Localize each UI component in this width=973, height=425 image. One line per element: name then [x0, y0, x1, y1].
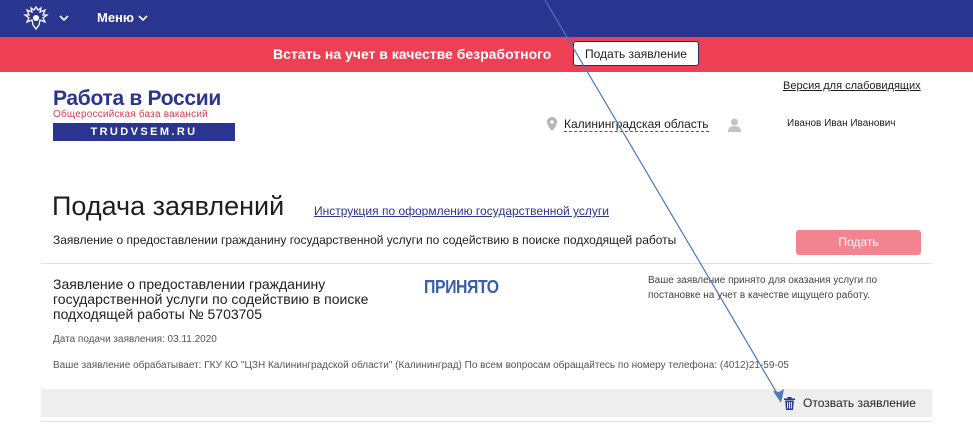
application-title: Заявление о предоставлении гражданину го… [53, 276, 369, 322]
logo-subtitle: Общероссийская база вакансий [53, 109, 208, 120]
status-note: Ваше заявление принято для оказания услу… [648, 275, 878, 301]
submit-button[interactable]: Подать [796, 230, 921, 255]
chevron-down-icon[interactable] [137, 12, 149, 24]
banner-submit-button[interactable]: Подать заявление [573, 41, 699, 66]
page-title: Подача заявлений [52, 191, 285, 221]
unemployment-banner: Встать на учет в качестве безработного [0, 37, 973, 72]
submission-date: Дата подачи заявления: 03.11.2020 [53, 334, 217, 345]
location-pin-icon [547, 117, 557, 131]
divider [41, 421, 932, 422]
application-action-bar [41, 389, 932, 417]
banner-text: Встать на учет в качестве безработного [273, 46, 552, 62]
instruction-link[interactable]: Инструкция по оформлению государственной… [314, 204, 609, 218]
status-badge: ПРИНЯТО [424, 277, 499, 297]
handler-info: Ваше заявление обрабатывает: ГКУ КО "ЦЗН… [53, 360, 789, 371]
logo-domain[interactable]: TRUDVSEM.RU [53, 123, 235, 141]
region-selector[interactable]: Калининградская область [564, 117, 709, 132]
user-name[interactable]: Иванов Иван Иванович [787, 118, 896, 129]
menu-button[interactable]: Меню [97, 10, 134, 25]
user-icon [728, 118, 741, 132]
withdraw-application-button[interactable]: Отозвать заявление [803, 396, 916, 410]
top-nav-bar: Меню [0, 0, 973, 37]
service-subtitle: Заявление о предоставлении гражданину го… [53, 233, 677, 247]
chevron-down-icon[interactable] [58, 12, 70, 24]
divider [41, 263, 932, 264]
low-vision-link[interactable]: Версия для слабовидящих [783, 80, 921, 92]
logo-title[interactable]: Работа в России [53, 87, 221, 111]
coat-of-arms-icon[interactable] [22, 5, 50, 31]
trash-icon[interactable] [784, 397, 795, 410]
